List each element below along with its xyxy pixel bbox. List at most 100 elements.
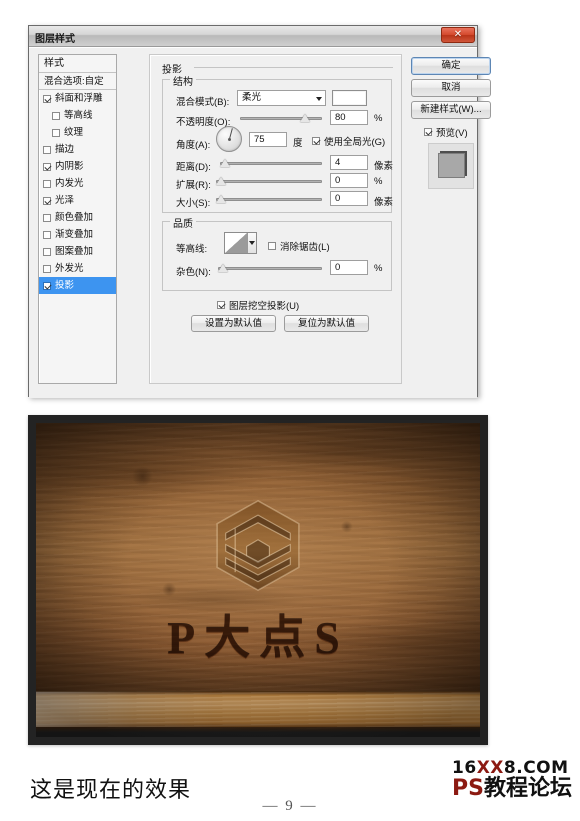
- checkbox-icon[interactable]: [43, 179, 51, 188]
- style-item-label: 内发光: [55, 178, 84, 189]
- slider-thumb[interactable]: [216, 177, 226, 185]
- slider-thumb[interactable]: [300, 114, 310, 122]
- new-style-button[interactable]: 新建样式(W)...: [411, 101, 491, 119]
- noise-input[interactable]: 0: [330, 260, 368, 275]
- contour-picker[interactable]: [224, 232, 257, 254]
- checkbox-icon[interactable]: [217, 301, 225, 309]
- slider-track: [216, 180, 322, 183]
- checkbox-icon[interactable]: [268, 242, 276, 250]
- checkbox-icon[interactable]: [43, 281, 51, 290]
- distance-slider[interactable]: [220, 157, 322, 169]
- knockout-label: 图层挖空投影(U): [229, 301, 300, 312]
- structure-legend: 结构: [170, 73, 196, 88]
- checkbox-icon[interactable]: [43, 162, 51, 171]
- use-global-light-checkbox[interactable]: 使用全局光(G): [312, 134, 385, 148]
- antialias-checkbox[interactable]: 消除锯齿(L): [268, 239, 330, 253]
- checkbox-icon[interactable]: [43, 247, 51, 256]
- slider-thumb[interactable]: [216, 195, 226, 203]
- close-icon[interactable]: ✕: [441, 27, 475, 43]
- wood-background: P大点S: [36, 423, 480, 737]
- panel-title-rule: [194, 67, 393, 68]
- size-unit: 像素: [374, 197, 394, 208]
- watermark-brand-part1: PS: [452, 776, 484, 801]
- spread-input[interactable]: 0: [330, 173, 368, 188]
- angle-label: 角度(A):: [176, 140, 211, 151]
- hexagon-layers-logo-icon: [209, 498, 307, 593]
- preview-checkbox[interactable]: 预览(V): [424, 125, 468, 139]
- style-item-contour[interactable]: 等高线: [39, 107, 116, 124]
- angle-input[interactable]: 75: [249, 132, 287, 147]
- quality-fieldset: 品质: [162, 215, 392, 291]
- style-item-inner-glow[interactable]: 内发光: [39, 175, 116, 192]
- angle-dial[interactable]: [216, 126, 242, 152]
- layer-style-dialog: 图层样式 ✕ 样式 混合选项:自定 斜面和浮雕 等高线 纹理 描边 内阴影 内发…: [28, 25, 491, 398]
- watermark-url-part3: 8.COM: [503, 758, 569, 778]
- spread-unit: %: [374, 176, 383, 187]
- size-slider[interactable]: [216, 193, 322, 205]
- checkbox-icon[interactable]: [43, 196, 51, 205]
- cancel-button[interactable]: 取消: [411, 79, 491, 97]
- style-item-label: 渐变叠加: [55, 229, 94, 240]
- blend-mode-select[interactable]: 柔光: [237, 90, 326, 106]
- checkbox-icon[interactable]: [43, 264, 51, 273]
- set-default-button[interactable]: 设置为默认值: [191, 315, 276, 332]
- dial-hub: [227, 137, 231, 141]
- style-item-label: 光泽: [55, 195, 75, 206]
- noise-label: 杂色(N):: [176, 267, 211, 278]
- style-item-label: 颜色叠加: [55, 212, 94, 223]
- size-label: 大小(S):: [176, 198, 211, 209]
- preview-label: 预览(V): [436, 128, 468, 139]
- distance-input[interactable]: 4: [330, 155, 368, 170]
- slider-track: [220, 162, 322, 165]
- drop-shadow-panel: 投影 结构 混合模式(B): 柔光 不透明度(O): 80 % 角度(A): 7…: [149, 54, 402, 384]
- styles-list[interactable]: 样式 混合选项:自定 斜面和浮雕 等高线 纹理 描边 内阴影 内发光 光泽 颜色…: [38, 54, 117, 384]
- style-item-texture[interactable]: 纹理: [39, 124, 116, 141]
- style-item-outer-glow[interactable]: 外发光: [39, 260, 116, 277]
- checkbox-icon[interactable]: [312, 137, 320, 145]
- checkbox-icon[interactable]: [43, 213, 51, 222]
- opacity-unit: %: [374, 113, 383, 124]
- opacity-label: 不透明度(O):: [176, 117, 231, 128]
- checkbox-icon[interactable]: [43, 145, 51, 154]
- slider-thumb[interactable]: [220, 159, 230, 167]
- spread-slider[interactable]: [216, 175, 322, 187]
- shadow-color-swatch[interactable]: [332, 90, 367, 106]
- checkbox-icon[interactable]: [424, 128, 432, 136]
- reset-default-button[interactable]: 复位为默认值: [284, 315, 369, 332]
- light-wood-strip: [36, 691, 480, 727]
- checkbox-icon[interactable]: [43, 94, 51, 103]
- chevron-down-icon[interactable]: [248, 233, 256, 253]
- contour-label: 等高线:: [176, 244, 208, 255]
- dialog-titlebar[interactable]: 图层样式 ✕: [29, 26, 477, 47]
- watermark-brand: PS教程论坛: [452, 778, 572, 800]
- style-item-drop-shadow[interactable]: 投影: [39, 277, 116, 294]
- ok-button[interactable]: 确定: [411, 57, 491, 75]
- style-item-color-overlay[interactable]: 颜色叠加: [39, 209, 116, 226]
- preview-square: [438, 153, 465, 178]
- engraved-wordmark: P大点S: [167, 612, 349, 664]
- checkbox-icon[interactable]: [52, 128, 60, 137]
- blending-options-item[interactable]: 混合选项:自定: [39, 73, 116, 90]
- style-item-stroke[interactable]: 描边: [39, 141, 116, 158]
- style-item-pattern-overlay[interactable]: 图案叠加: [39, 243, 116, 260]
- opacity-input[interactable]: 80: [330, 110, 368, 125]
- style-item-label: 描边: [55, 144, 75, 155]
- style-item-label: 外发光: [55, 263, 84, 274]
- distance-label: 距离(D):: [176, 162, 211, 173]
- opacity-slider[interactable]: [240, 112, 322, 124]
- style-item-label: 斜面和浮雕: [55, 93, 103, 104]
- checkbox-icon[interactable]: [43, 230, 51, 239]
- style-item-bevel-emboss[interactable]: 斜面和浮雕: [39, 90, 116, 107]
- spread-label: 扩展(R):: [176, 180, 211, 191]
- style-item-inner-shadow[interactable]: 内阴影: [39, 158, 116, 175]
- knockout-checkbox[interactable]: 图层挖空投影(U): [217, 298, 299, 312]
- size-input[interactable]: 0: [330, 191, 368, 206]
- blend-mode-label: 混合模式(B):: [176, 97, 230, 108]
- style-item-satin[interactable]: 光泽: [39, 192, 116, 209]
- noise-slider[interactable]: [218, 262, 322, 274]
- watermark-brand-part2: 教程论坛: [483, 776, 572, 801]
- style-item-gradient-overlay[interactable]: 渐变叠加: [39, 226, 116, 243]
- slider-thumb[interactable]: [218, 264, 228, 272]
- checkbox-icon[interactable]: [52, 111, 60, 120]
- slider-track: [218, 267, 322, 270]
